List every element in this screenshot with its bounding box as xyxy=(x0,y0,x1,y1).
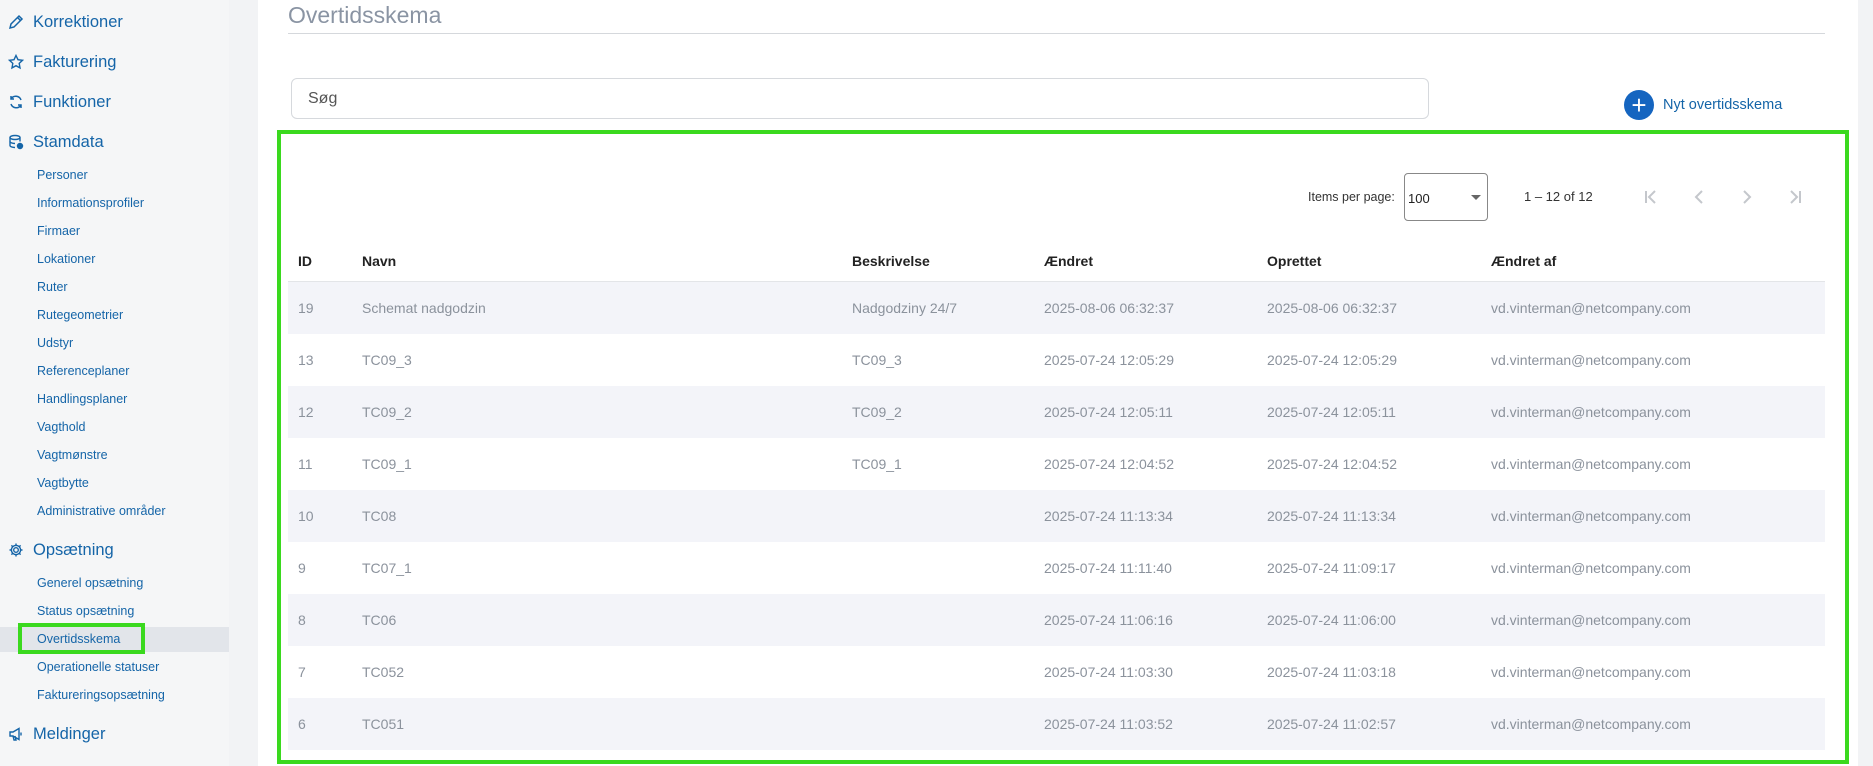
nav-section-meldinger[interactable]: Meldinger xyxy=(8,720,105,748)
database-icon xyxy=(9,134,24,150)
sidebar-item-generel-opsaetning[interactable]: Generel opsætning xyxy=(37,573,143,593)
nav-section-label: Opsætning xyxy=(33,540,114,559)
sidebar-item-referenceplaner[interactable]: Referenceplaner xyxy=(37,361,129,381)
star-icon xyxy=(8,54,24,70)
sidebar-item-personer[interactable]: Personer xyxy=(37,165,88,185)
sync-icon xyxy=(10,95,22,109)
sidebar-item-vagtbytte[interactable]: Vagtbytte xyxy=(37,473,89,493)
nav-highlight-box xyxy=(18,623,145,654)
sidebar-item-administrative-omrader[interactable]: Administrative områder xyxy=(37,501,166,521)
nav-section-opsaetning[interactable]: Opsætning xyxy=(8,536,114,564)
title-divider xyxy=(288,33,1825,34)
nav-section-funktioner[interactable]: Funktioner xyxy=(8,88,111,116)
nav-section-label: Meldinger xyxy=(33,724,106,743)
nav-section-label: Funktioner xyxy=(33,92,111,111)
nav-section-stamdata[interactable]: Stamdata xyxy=(8,128,104,156)
nav-section-label: Fakturering xyxy=(33,52,117,71)
sidebar-item-operationelle-statuser[interactable]: Operationelle statuser xyxy=(37,657,159,677)
sidebar-item-vagthold[interactable]: Vagthold xyxy=(37,417,85,437)
page-title: Overtidsskema xyxy=(288,2,442,28)
sidebar-item-firmaer[interactable]: Firmaer xyxy=(37,221,80,241)
search-input[interactable] xyxy=(291,78,1429,119)
nav-section-fakturering[interactable]: Fakturering xyxy=(8,48,116,76)
plus-icon: + xyxy=(1624,90,1654,120)
sidebar-item-informationsprofiler[interactable]: Informationsprofiler xyxy=(37,193,144,213)
table-highlight-box xyxy=(277,130,1849,764)
sidebar-item-rutegeometrier[interactable]: Rutegeometrier xyxy=(37,305,123,325)
nav-section-label: Korrektioner xyxy=(33,12,123,31)
sidebar-item-handlingsplaner[interactable]: Handlingsplaner xyxy=(37,389,127,409)
sidebar-item-lokationer[interactable]: Lokationer xyxy=(37,249,95,269)
nav-section-label: Stamdata xyxy=(33,132,104,151)
sidebar-item-udstyr[interactable]: Udstyr xyxy=(37,333,73,353)
sidebar-item-ruter[interactable]: Ruter xyxy=(37,277,68,297)
new-button-label: Nyt overtidsskema xyxy=(1663,97,1783,113)
gear-icon xyxy=(9,543,23,557)
megaphone-icon xyxy=(9,727,22,741)
new-overtime-schedule-button[interactable]: + Nyt overtidsskema xyxy=(1624,90,1782,120)
sidebar-item-faktureringsopsaetning[interactable]: Faktureringsopsætning xyxy=(37,685,165,705)
sidebar-item-vagtmonstre[interactable]: Vagtmønstre xyxy=(37,445,108,465)
pencil-icon xyxy=(8,14,24,30)
nav-section-korrektioner[interactable]: Korrektioner xyxy=(8,8,123,36)
sidebar-item-status-opsaetning[interactable]: Status opsætning xyxy=(37,601,134,621)
